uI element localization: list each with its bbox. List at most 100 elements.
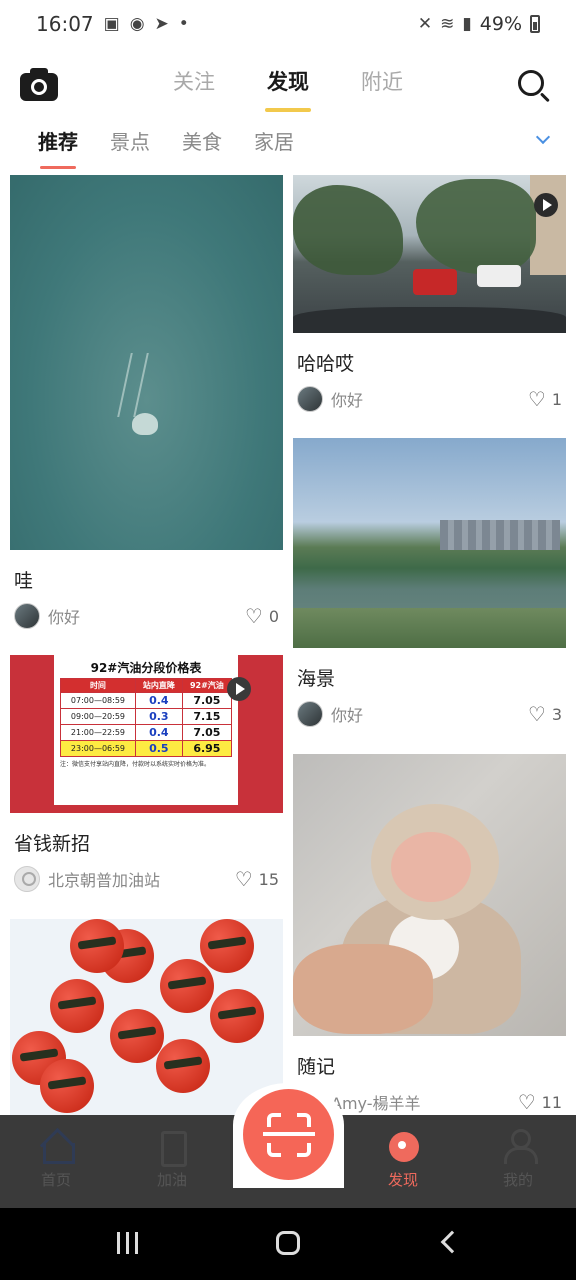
like-count: 1 bbox=[551, 389, 562, 409]
battery-icon bbox=[530, 15, 540, 33]
like-button[interactable]: ♡ 1 bbox=[528, 387, 562, 411]
feed-card[interactable]: 海景 你好 ♡ 3 bbox=[293, 438, 566, 727]
status-time: 16:07 bbox=[36, 12, 94, 36]
post-title: 省钱新招 bbox=[14, 833, 91, 855]
gas-station-icon bbox=[155, 1129, 189, 1167]
tab-label: 首页 bbox=[40, 1171, 71, 1189]
scan-icon bbox=[263, 1132, 315, 1136]
tab-profile[interactable]: 我的 bbox=[478, 1129, 558, 1190]
tab-discover[interactable]: 发现 bbox=[263, 66, 313, 112]
tab-discover-bottom[interactable]: 发现 bbox=[363, 1129, 443, 1190]
discount-cell: 0.4 bbox=[134, 692, 183, 709]
time-cell: 23:00—06:59 bbox=[60, 740, 136, 757]
post-image[interactable] bbox=[293, 438, 566, 648]
like-count: 3 bbox=[551, 704, 562, 724]
status-bar: 16:07 ▣ ◉ ➤ • ✕ ≋ ▮ 49% bbox=[0, 0, 576, 48]
price-cell: 7.15 bbox=[181, 708, 233, 725]
author-name[interactable]: 北京朝普加油站 bbox=[48, 867, 160, 891]
top-navigation: 关注 发现 附近 bbox=[0, 56, 576, 112]
more-notifications-icon: • bbox=[178, 14, 189, 34]
feed-card[interactable] bbox=[10, 919, 283, 1115]
notification-icon: ◉ bbox=[129, 14, 145, 34]
tab-refuel[interactable]: 加油 bbox=[132, 1129, 212, 1190]
avatar[interactable] bbox=[297, 701, 323, 727]
post-image[interactable] bbox=[293, 754, 566, 1036]
play-icon[interactable] bbox=[227, 677, 251, 701]
like-button[interactable]: ♡ 15 bbox=[235, 867, 279, 891]
scan-button[interactable] bbox=[243, 1089, 334, 1180]
avatar[interactable] bbox=[14, 603, 40, 629]
category-tabs: 推荐 景点 美食 家居 bbox=[0, 120, 576, 169]
recent-apps-icon[interactable] bbox=[113, 1230, 143, 1258]
price-cell: 7.05 bbox=[181, 724, 233, 741]
time-cell: 09:00—20:59 bbox=[60, 708, 136, 725]
heart-icon: ♡ bbox=[517, 1090, 536, 1114]
poster-heading: 92#汽油分段价格表 bbox=[90, 661, 202, 675]
gallery-icon: ▣ bbox=[103, 14, 120, 34]
author-name[interactable]: 你好 bbox=[331, 702, 363, 726]
category-attractions[interactable]: 景点 bbox=[110, 126, 150, 155]
category-recommend[interactable]: 推荐 bbox=[38, 126, 78, 169]
feed-card[interactable]: 哇 你好 ♡ 0 bbox=[10, 175, 283, 629]
post-title: 哈哈哎 bbox=[297, 353, 355, 375]
expand-categories-icon[interactable] bbox=[535, 129, 552, 148]
signal-icon: ▮ bbox=[462, 14, 472, 34]
back-icon[interactable] bbox=[436, 1230, 466, 1258]
heart-icon: ♡ bbox=[527, 387, 546, 411]
profile-icon bbox=[501, 1129, 538, 1164]
telegram-icon: ➤ bbox=[154, 14, 169, 34]
tab-label: 我的 bbox=[502, 1171, 533, 1189]
author-name[interactable]: Amy-楊羊羊 bbox=[331, 1090, 421, 1114]
category-food[interactable]: 美食 bbox=[182, 126, 222, 155]
tab-label: 发现 bbox=[387, 1171, 418, 1189]
discover-icon bbox=[386, 1129, 420, 1163]
like-count: 15 bbox=[258, 869, 279, 889]
price-cell: 7.05 bbox=[181, 692, 233, 709]
post-title: 哇 bbox=[14, 570, 34, 592]
like-button[interactable]: ♡ 0 bbox=[245, 604, 279, 628]
search-icon[interactable] bbox=[518, 70, 552, 104]
feed-card[interactable]: 92#汽油分段价格表 时间 站内直降 92#汽油 07:00—08:59 0.4… bbox=[10, 655, 283, 892]
mute-icon: ✕ bbox=[417, 14, 433, 34]
post-title: 海景 bbox=[297, 668, 336, 690]
post-image[interactable] bbox=[293, 175, 566, 333]
column-header: 92#汽油 bbox=[181, 678, 233, 693]
tab-follow[interactable]: 关注 bbox=[169, 66, 219, 96]
heart-icon: ♡ bbox=[527, 702, 546, 726]
post-title: 随记 bbox=[297, 1056, 336, 1078]
feed-card[interactable]: 哈哈哎 你好 ♡ 1 bbox=[293, 175, 566, 412]
heart-icon: ♡ bbox=[244, 604, 263, 628]
post-image[interactable] bbox=[10, 919, 283, 1115]
heart-icon: ♡ bbox=[234, 867, 253, 891]
avatar[interactable] bbox=[297, 386, 323, 412]
feed-card[interactable]: 随记 Amy-楊羊羊 ♡ 11 bbox=[293, 754, 566, 1115]
system-navigation-bar bbox=[0, 1208, 576, 1280]
tab-home[interactable]: 首页 bbox=[16, 1129, 96, 1190]
main-tabs: 关注 发现 附近 bbox=[0, 66, 576, 112]
discount-cell: 0.5 bbox=[134, 740, 183, 757]
like-button[interactable]: ♡ 11 bbox=[518, 1090, 562, 1114]
battery-level: 49% bbox=[479, 13, 522, 35]
author-name[interactable]: 你好 bbox=[331, 387, 363, 411]
author-name[interactable]: 你好 bbox=[48, 604, 80, 628]
tab-nearby[interactable]: 附近 bbox=[357, 66, 407, 96]
wifi-icon: ≋ bbox=[440, 14, 455, 34]
price-cell: 6.95 bbox=[181, 740, 233, 757]
post-image[interactable] bbox=[10, 175, 283, 550]
time-cell: 07:00—08:59 bbox=[60, 692, 136, 709]
like-count: 11 bbox=[541, 1092, 562, 1112]
like-button[interactable]: ♡ 3 bbox=[528, 702, 562, 726]
time-cell: 21:00—22:59 bbox=[60, 724, 136, 741]
discount-cell: 0.4 bbox=[134, 724, 183, 741]
play-icon[interactable] bbox=[534, 193, 558, 217]
home-button-icon[interactable] bbox=[273, 1230, 303, 1258]
price-table: 时间 站内直降 92#汽油 07:00—08:59 0.4 7.05 09:00… bbox=[60, 678, 233, 757]
avatar[interactable] bbox=[14, 866, 40, 892]
poster-note: 注：微信支付享站内直降，付款时以系统实时价格为准。 bbox=[60, 761, 211, 768]
category-home[interactable]: 家居 bbox=[254, 126, 294, 155]
home-icon bbox=[39, 1129, 75, 1164]
post-image[interactable]: 92#汽油分段价格表 时间 站内直降 92#汽油 07:00—08:59 0.4… bbox=[10, 655, 283, 813]
column-header: 时间 bbox=[60, 678, 136, 693]
scan-button-container bbox=[233, 1083, 344, 1188]
tab-label: 加油 bbox=[156, 1171, 187, 1189]
